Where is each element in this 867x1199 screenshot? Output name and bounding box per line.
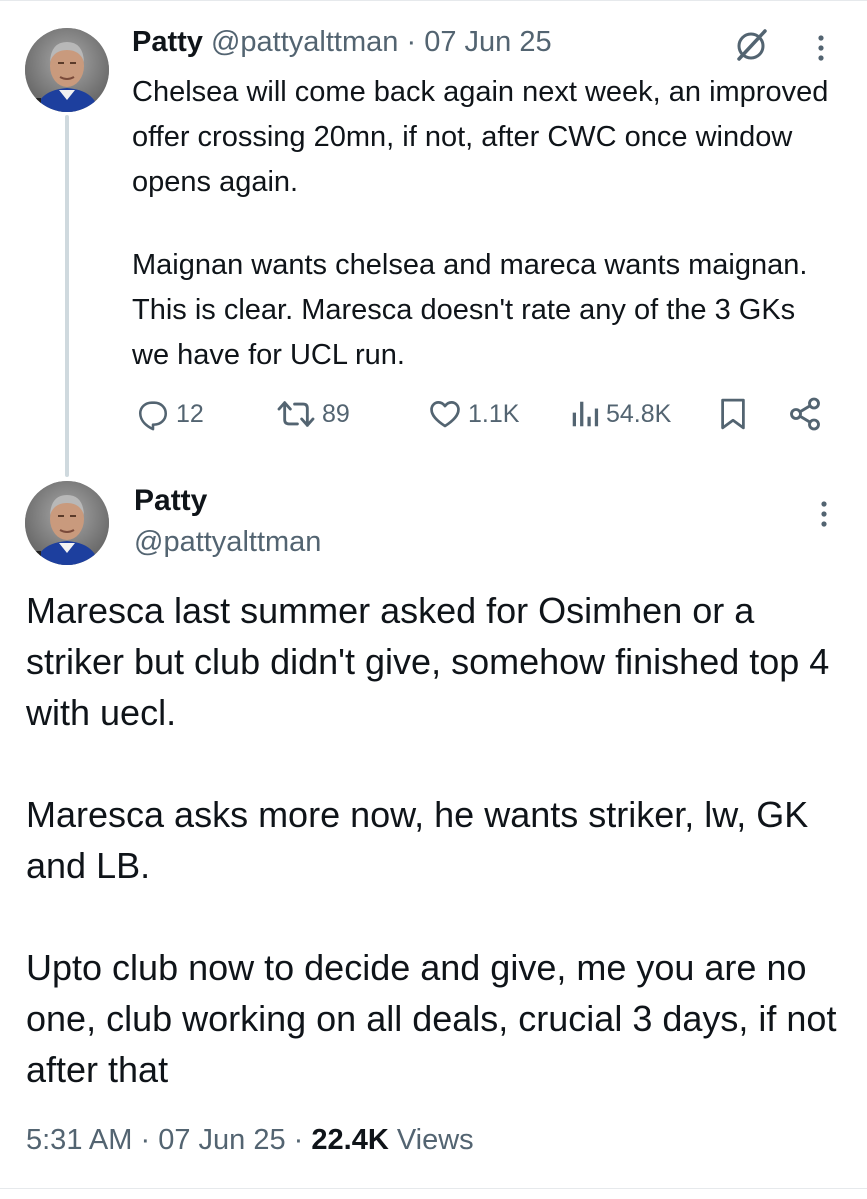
views-count[interactable]: 22.4K bbox=[311, 1124, 388, 1156]
like-icon bbox=[430, 401, 460, 428]
tweet-paragraph: Maresca asks more now, he wants striker,… bbox=[26, 794, 809, 886]
views-label: Views bbox=[396, 1124, 474, 1156]
more-vertical-icon[interactable] bbox=[818, 500, 830, 530]
tweet-paragraph: Maresca last summer asked for Osimhen or… bbox=[26, 590, 830, 733]
views-button[interactable]: 54.8K bbox=[570, 392, 671, 436]
views-count: 54.8K bbox=[606, 399, 672, 428]
user-handle[interactable]: @pattyalttman bbox=[211, 26, 398, 58]
reply-button[interactable]: 12 bbox=[136, 392, 204, 436]
share-button[interactable] bbox=[787, 392, 823, 436]
separator-dot: · bbox=[406, 26, 417, 58]
views-icon bbox=[572, 401, 599, 427]
repost-button[interactable]: 89 bbox=[276, 392, 350, 436]
user-handle[interactable]: @pattyalttman bbox=[134, 524, 321, 560]
bookmark-button[interactable] bbox=[716, 392, 750, 436]
like-button[interactable]: 1.1K bbox=[428, 392, 519, 436]
tweet-text: Chelsea will come back again next week, … bbox=[132, 70, 832, 378]
avatar[interactable] bbox=[25, 28, 109, 112]
reply-count: 12 bbox=[176, 399, 204, 428]
like-count: 1.1K bbox=[468, 399, 520, 428]
display-name[interactable]: Patty bbox=[134, 483, 207, 519]
tweet-action-bar: 12 89 1.1K 54.8K bbox=[0, 392, 867, 436]
tweet-text: Maresca last summer asked for Osimhen or… bbox=[26, 585, 856, 1095]
separator-dot: · bbox=[140, 1124, 151, 1156]
tweet-header: Patty @pattyalttman · 07 Jun 25 bbox=[132, 24, 552, 60]
repost-count: 89 bbox=[322, 399, 350, 428]
share-icon bbox=[790, 397, 820, 431]
top-divider bbox=[0, 0, 867, 1]
more-vertical-icon[interactable] bbox=[815, 34, 827, 64]
tweet-time[interactable]: 5:31 AM bbox=[26, 1124, 132, 1156]
bottom-divider bbox=[0, 1188, 867, 1189]
tweet-paragraph: Chelsea will come back again next week, … bbox=[132, 76, 829, 198]
grok-icon[interactable] bbox=[733, 26, 771, 64]
tweet-date[interactable]: 07 Jun 25 bbox=[158, 1124, 285, 1156]
display-name[interactable]: Patty bbox=[132, 26, 203, 58]
avatar[interactable] bbox=[25, 481, 109, 565]
tweet-paragraph: Upto club now to decide and give, me you… bbox=[26, 947, 837, 1090]
tweet-metadata: 5:31 AM · 07 Jun 25 · 22.4K Views bbox=[26, 1120, 474, 1160]
repost-icon bbox=[277, 401, 315, 427]
separator-dot: · bbox=[293, 1124, 304, 1156]
tweet-date[interactable]: 07 Jun 25 bbox=[424, 26, 551, 58]
bookmark-icon bbox=[721, 398, 745, 430]
tweet-paragraph: Maignan wants chelsea and mareca wants m… bbox=[132, 249, 808, 371]
reply-icon bbox=[138, 401, 168, 431]
